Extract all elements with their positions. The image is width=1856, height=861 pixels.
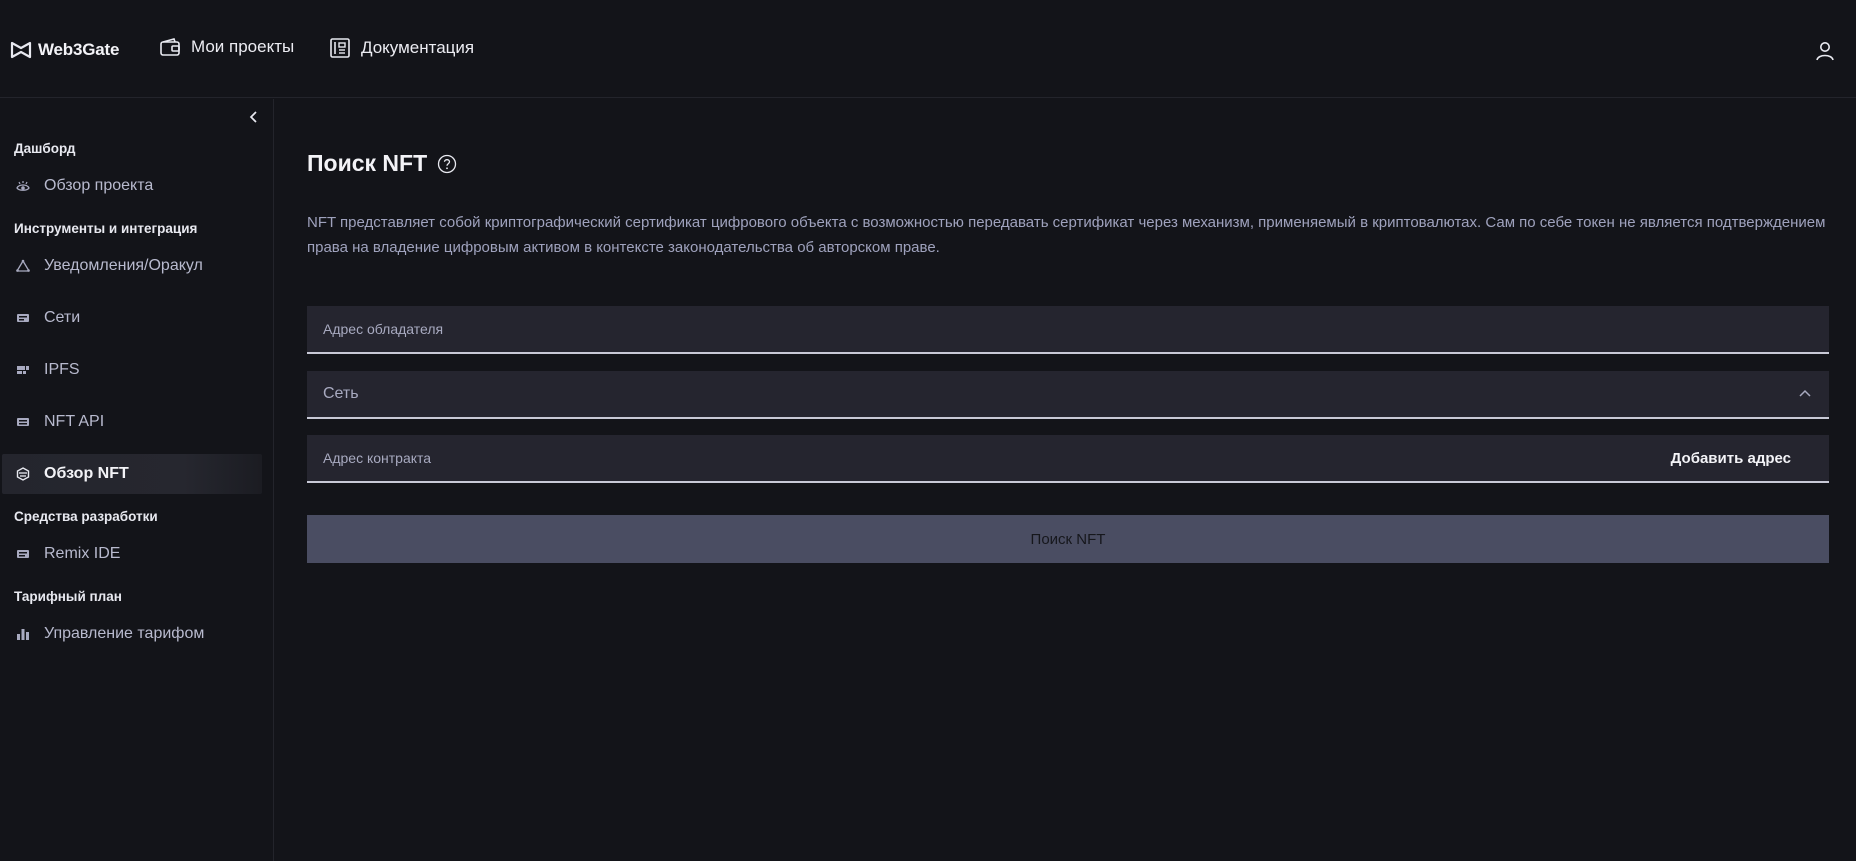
logo[interactable]: Web3Gate xyxy=(10,40,119,60)
sidebar-item-label: Управление тарифом xyxy=(44,625,205,642)
chevron-left-icon xyxy=(249,111,257,123)
network-select-label: Сеть xyxy=(323,385,359,402)
document-icon xyxy=(330,38,350,58)
nft-icon xyxy=(14,465,32,483)
logo-text: Web3Gate xyxy=(38,40,120,59)
sidebar-item-label: NFT API xyxy=(44,413,105,430)
logo-icon xyxy=(10,41,32,59)
sidebar-item-label: Уведомления/Оракул xyxy=(44,257,203,274)
sidebar-item-label: Сети xyxy=(44,309,81,326)
sidebar: Дашборд Обзор проекта Инструменты и инте… xyxy=(0,99,274,861)
sidebar-item-nft-api[interactable]: NFT API xyxy=(2,402,262,442)
collapse-sidebar-button[interactable] xyxy=(246,109,262,130)
sidebar-item-label: Обзор проекта xyxy=(44,177,154,194)
page-description: NFT представляет собой криптографический… xyxy=(307,214,1826,256)
sidebar-item-label: Remix IDE xyxy=(44,545,121,562)
user-icon xyxy=(1816,42,1834,61)
nav-my-projects[interactable]: Мои проекты xyxy=(159,37,294,57)
nav-documentation-label: Документация xyxy=(361,38,475,57)
sidebar-item-project-overview[interactable]: Обзор проекта xyxy=(2,166,262,206)
sidebar-item-label: IPFS xyxy=(44,361,80,378)
network-select[interactable]: Сеть xyxy=(307,371,1829,419)
chart-icon xyxy=(14,625,32,643)
add-address-button[interactable]: Добавить адрес xyxy=(1671,450,1791,467)
triangle-icon xyxy=(14,257,32,275)
owner-address-field[interactable] xyxy=(307,306,1829,354)
section-title-dashboard: Дашборд xyxy=(14,141,76,156)
section-title-tariff: Тарифный план xyxy=(14,589,122,604)
eye-icon xyxy=(14,177,32,195)
page-title: Поиск NFT xyxy=(307,150,428,176)
search-nft-button[interactable]: Поиск NFT xyxy=(307,515,1829,563)
owner-address-input[interactable] xyxy=(323,306,1813,352)
top-bar: Web3Gate Мои проекты Документация xyxy=(0,0,1856,98)
section-title-dev-tools: Средства разработки xyxy=(14,509,158,524)
sidebar-item-tariff-management[interactable]: Управление тарифом xyxy=(2,614,262,654)
chevron-up-icon xyxy=(1799,389,1811,397)
wallet-icon xyxy=(160,38,180,56)
page-header: Поиск NFT xyxy=(307,150,457,177)
contract-address-field[interactable]: Добавить адрес xyxy=(307,435,1829,483)
nav-my-projects-label: Мои проекты xyxy=(191,37,295,56)
contract-address-input[interactable] xyxy=(323,435,1671,481)
sidebar-item-nft-overview[interactable]: Обзор NFT xyxy=(2,454,262,494)
ide-icon xyxy=(14,545,32,563)
sidebar-item-ipfs[interactable]: IPFS xyxy=(2,350,262,390)
sidebar-item-networks[interactable]: Сети xyxy=(2,298,262,338)
sidebar-item-remix-ide[interactable]: Remix IDE xyxy=(2,534,262,574)
section-title-tools: Инструменты и интеграция xyxy=(14,221,198,236)
network-icon xyxy=(14,309,32,327)
help-icon[interactable] xyxy=(437,154,457,174)
nav-documentation[interactable]: Документация xyxy=(329,37,474,59)
ipfs-icon xyxy=(14,361,32,379)
sidebar-item-label: Обзор NFT xyxy=(44,465,129,482)
api-icon xyxy=(14,413,32,431)
sidebar-item-notifications-oracle[interactable]: Уведомления/Оракул xyxy=(2,246,262,286)
user-button[interactable] xyxy=(1814,40,1836,67)
